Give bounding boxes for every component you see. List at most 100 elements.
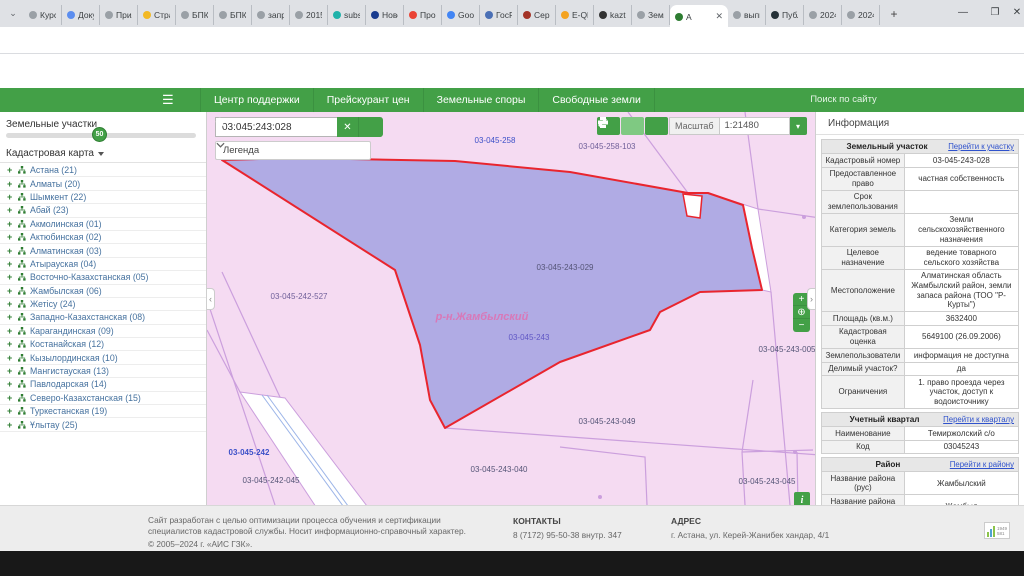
nav-item[interactable]: Свободные земли bbox=[539, 88, 654, 112]
collapse-sidebar-handle[interactable]: ‹ bbox=[207, 288, 215, 310]
info-section-header: Учетный кварталПерейти к кварталу bbox=[821, 412, 1019, 426]
nav-item[interactable]: Центр поддержки bbox=[200, 88, 314, 112]
tab-close-icon[interactable]: ✕ bbox=[715, 11, 723, 22]
browser-tab[interactable]: Доку bbox=[62, 5, 100, 25]
expand-plus-icon[interactable]: + bbox=[7, 205, 14, 215]
search-icon[interactable] bbox=[359, 117, 383, 137]
goto-link[interactable]: Перейти к участку bbox=[948, 142, 1014, 151]
menu-hamburger-icon[interactable]: ☰ bbox=[162, 92, 174, 108]
sidebar-region-item[interactable]: +Жамбылская (06) bbox=[0, 285, 206, 298]
cadastre-map-canvas[interactable]: 03-045-25803-045-258-10303-045-243-029р-… bbox=[207, 112, 815, 505]
sidebar-region-item[interactable]: +Мангистауская (13) bbox=[0, 365, 206, 378]
tab-search-chevron-icon[interactable]: ⌄ bbox=[6, 7, 20, 21]
expand-plus-icon[interactable]: + bbox=[7, 379, 14, 389]
sidebar-region-item[interactable]: +Шымкент (22) bbox=[0, 191, 206, 204]
expand-plus-icon[interactable]: + bbox=[7, 232, 14, 242]
collapse-infopanel-handle[interactable]: › bbox=[807, 288, 815, 310]
zoom-out-button[interactable]: − bbox=[793, 319, 810, 332]
tab-favicon bbox=[485, 11, 493, 19]
sidebar-region-item[interactable]: +Западно-Казахстанская (08) bbox=[0, 311, 206, 324]
sidebar-region-item[interactable]: +Карагандинская (09) bbox=[0, 325, 206, 338]
window-close-button[interactable]: ✕ bbox=[1000, 0, 1024, 26]
field-value: 5649100 (26.09.2006) bbox=[904, 325, 1018, 348]
browser-tab[interactable]: Прос bbox=[404, 5, 442, 25]
site-search-link[interactable]: Поиск по сайту bbox=[663, 88, 1024, 112]
scale-value-input[interactable]: 1:21480 bbox=[720, 117, 790, 135]
sidebar-region-item[interactable]: +Актюбинская (02) bbox=[0, 231, 206, 244]
expand-plus-icon[interactable]: + bbox=[7, 353, 14, 363]
sidebar-region-item[interactable]: +Костанайская (12) bbox=[0, 338, 206, 351]
expand-plus-icon[interactable]: + bbox=[7, 366, 14, 376]
expand-plus-icon[interactable]: + bbox=[7, 420, 14, 430]
browser-tab[interactable]: 2024 bbox=[804, 5, 842, 25]
sidebar-region-item[interactable]: +Восточно-Казахстанская (05) bbox=[0, 271, 206, 284]
scale-dropdown-icon[interactable]: ▾ bbox=[790, 117, 807, 135]
cadastre-map-section-header[interactable]: Кадастровая карта bbox=[6, 148, 104, 159]
browser-tab[interactable]: выпи bbox=[728, 5, 766, 25]
goto-link[interactable]: Перейти к району bbox=[950, 460, 1014, 469]
browser-tab[interactable]: запр bbox=[252, 5, 290, 25]
expand-plus-icon[interactable]: + bbox=[7, 219, 14, 229]
nav-item[interactable]: Прейскурант цен bbox=[314, 88, 424, 112]
window-minimize-button[interactable]: — bbox=[946, 0, 980, 26]
sidebar-region-item[interactable]: +Акмолинская (01) bbox=[0, 218, 206, 231]
sidebar-region-item[interactable]: +Ұлытау (25) bbox=[0, 418, 206, 431]
browser-tab[interactable]: Прил bbox=[100, 5, 138, 25]
clear-search-icon[interactable]: ✕ bbox=[337, 117, 359, 137]
sidebar-region-item[interactable]: +Алматинская (03) bbox=[0, 244, 206, 257]
nav-item[interactable]: Земельные споры bbox=[424, 88, 540, 112]
browser-tab[interactable]: kazt bbox=[594, 5, 632, 25]
print-button[interactable] bbox=[645, 117, 668, 135]
browser-tab[interactable]: Курс bbox=[24, 5, 62, 25]
field-value: 03045243 bbox=[904, 440, 1018, 454]
browser-tab[interactable]: Стра bbox=[138, 5, 176, 25]
opacity-slider-knob[interactable]: 50 bbox=[92, 127, 107, 142]
draw-tool-button[interactable] bbox=[621, 117, 644, 135]
sidebar-title: Земельные участки bbox=[6, 119, 97, 130]
expand-plus-icon[interactable]: + bbox=[7, 406, 14, 416]
browser-tab[interactable]: ГосР bbox=[480, 5, 518, 25]
browser-tab[interactable]: 2015 bbox=[290, 5, 328, 25]
footer-about-text: Сайт разработан с целью оптимизации проц… bbox=[148, 515, 488, 537]
expand-plus-icon[interactable]: + bbox=[7, 393, 14, 403]
expand-plus-icon[interactable]: + bbox=[7, 192, 14, 202]
new-tab-button[interactable]: + bbox=[886, 7, 902, 23]
expand-plus-icon[interactable]: + bbox=[7, 246, 14, 256]
browser-tab[interactable]: E-Ql bbox=[556, 5, 594, 25]
footer-contacts-block: КОНТАКТЫ 8 (7172) 95-50-38 внутр. 347 bbox=[513, 516, 622, 540]
browser-tab-active[interactable]: А✕ bbox=[670, 5, 728, 29]
expand-plus-icon[interactable]: + bbox=[7, 259, 14, 269]
layer-tree-icon bbox=[18, 340, 26, 348]
sidebar-region-item[interactable]: +Атырауская (04) bbox=[0, 258, 206, 271]
browser-tab[interactable]: Goog bbox=[442, 5, 480, 25]
browser-tab[interactable]: Новс bbox=[366, 5, 404, 25]
map-info-button[interactable]: i bbox=[794, 492, 810, 505]
sidebar-region-item[interactable]: +Туркестанская (19) bbox=[0, 405, 206, 418]
cadastre-search-input[interactable] bbox=[215, 117, 337, 137]
browser-tab[interactable]: БПК- bbox=[176, 5, 214, 25]
expand-plus-icon[interactable]: + bbox=[7, 165, 14, 175]
expand-plus-icon[interactable]: + bbox=[7, 272, 14, 282]
browser-tab[interactable]: Земл bbox=[632, 5, 670, 25]
sidebar-region-item[interactable]: +Павлодарская (14) bbox=[0, 378, 206, 391]
goto-link[interactable]: Перейти к кварталу bbox=[943, 415, 1014, 424]
expand-plus-icon[interactable]: + bbox=[7, 286, 14, 296]
sidebar-region-item[interactable]: +Кызылординская (10) bbox=[0, 351, 206, 364]
expand-plus-icon[interactable]: + bbox=[7, 312, 14, 322]
visitor-counter-badge[interactable]: 1949581 bbox=[984, 522, 1010, 539]
browser-tab[interactable]: subsi bbox=[328, 5, 366, 25]
sidebar-region-item[interactable]: +Алматы (20) bbox=[0, 177, 206, 190]
sidebar-region-item[interactable]: +Абай (23) bbox=[0, 204, 206, 217]
browser-tab[interactable]: Публ bbox=[766, 5, 804, 25]
expand-plus-icon[interactable]: + bbox=[7, 179, 14, 189]
sidebar-region-item[interactable]: +Северо-Казахстанская (15) bbox=[0, 392, 206, 405]
legend-dropdown[interactable]: Легенда bbox=[215, 141, 371, 160]
browser-tab[interactable]: Серв bbox=[518, 5, 556, 25]
expand-plus-icon[interactable]: + bbox=[7, 299, 14, 309]
expand-plus-icon[interactable]: + bbox=[7, 326, 14, 336]
expand-plus-icon[interactable]: + bbox=[7, 339, 14, 349]
sidebar-region-item[interactable]: +Жетісу (24) bbox=[0, 298, 206, 311]
sidebar-region-item[interactable]: +Астана (21) bbox=[0, 164, 206, 177]
browser-tab[interactable]: 2024 bbox=[842, 5, 880, 25]
browser-tab[interactable]: БПК- bbox=[214, 5, 252, 25]
